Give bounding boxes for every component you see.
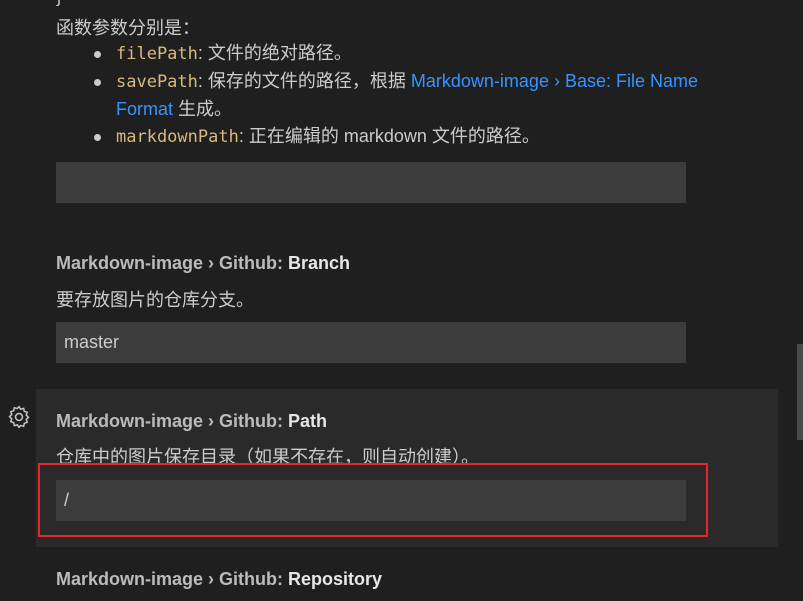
- params-heading: 函数参数分别是：: [56, 18, 200, 38]
- setting-description-branch: 要存放图片的仓库分支。: [56, 290, 254, 310]
- list-item: markdownPath: 正在编辑的 markdown 文件的路径。: [94, 123, 756, 151]
- gear-icon[interactable]: [6, 404, 32, 430]
- setting-title-path: Markdown-image › Github: Path: [56, 411, 327, 432]
- param-list: filePath: 文件的绝对路径。 savePath: 保存的文件的路径，根据…: [94, 40, 756, 151]
- param-name: markdownPath: [116, 127, 239, 147]
- param-desc: 保存的文件的路径，根据: [207, 71, 411, 91]
- branch-input[interactable]: [56, 322, 686, 363]
- highlight-box: [38, 463, 708, 537]
- code-brace: }: [56, 0, 62, 7]
- param-desc-after: 生成。: [173, 99, 233, 119]
- setting-category: Markdown-image › Github:: [56, 411, 288, 431]
- param-separator: :: [238, 126, 249, 146]
- param-desc: 正在编辑的 markdown 文件的路径。: [248, 126, 540, 146]
- setting-key: Branch: [288, 253, 351, 273]
- param-desc: 文件的绝对路径。: [207, 43, 352, 63]
- list-item: filePath: 文件的绝对路径。: [94, 40, 756, 68]
- setting-title-branch: Markdown-image › Github: Branch: [56, 253, 350, 274]
- setting-title-repository: Markdown-image › Github: Repository: [56, 569, 382, 590]
- settings-editor: } 函数参数分别是： filePath: 文件的绝对路径。 savePath: …: [0, 0, 803, 601]
- param-separator: :: [197, 71, 208, 91]
- param-name: filePath: [116, 44, 198, 64]
- scrollbar[interactable]: [797, 344, 803, 440]
- param-separator: :: [197, 43, 208, 63]
- setting-key: Path: [288, 411, 328, 431]
- setting-key: Repository: [288, 569, 383, 589]
- param-name: savePath: [116, 72, 198, 92]
- setting-category: Markdown-image › Github:: [56, 253, 288, 273]
- list-item: savePath: 保存的文件的路径，根据 Markdown-image › B…: [94, 68, 756, 123]
- previous-setting-input[interactable]: [56, 162, 686, 203]
- setting-category: Markdown-image › Github:: [56, 569, 288, 589]
